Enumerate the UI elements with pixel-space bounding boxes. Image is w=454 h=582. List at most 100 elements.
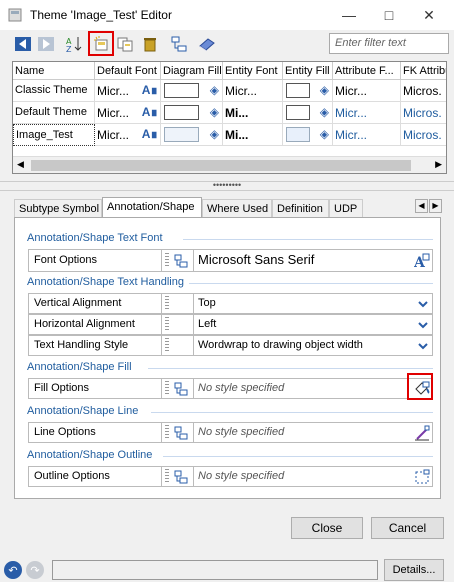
table-cell-diagram-fill[interactable]: ◈	[161, 80, 223, 102]
pane-splitter[interactable]: •••••••••	[0, 181, 454, 191]
fill-picker-icon[interactable]: ◈	[210, 127, 219, 141]
fill-picker-icon[interactable]: ◈	[210, 83, 219, 97]
text-handling-style-dropdown-icon[interactable]	[414, 337, 432, 354]
copy-theme-icon[interactable]	[115, 33, 137, 55]
book-icon[interactable]	[196, 33, 218, 55]
filter-input[interactable]: Enter filter text	[329, 33, 449, 54]
fill-swatch	[286, 105, 310, 120]
fill-swatch	[286, 83, 310, 98]
tab-scroll-right-icon[interactable]: ▶	[429, 199, 442, 213]
font-options-value[interactable]: Microsoft Sans Serif	[193, 250, 413, 271]
table-cell-attribute-font[interactable]: Micr...	[333, 124, 401, 146]
column-header-default-font[interactable]: Default Font	[95, 62, 161, 80]
table-cell-entity-font[interactable]: Mi...	[223, 124, 283, 146]
table-cell-fk-attribute[interactable]: Micros.	[401, 102, 446, 124]
vertical-alignment-value[interactable]: Top	[193, 294, 411, 313]
text-handling-style-value[interactable]: Wordwrap to drawing object width	[193, 336, 411, 355]
hierarchy-icon[interactable]	[168, 33, 190, 55]
tab-subtype-symbol[interactable]: Subtype Symbol	[14, 199, 102, 218]
table-cell-attribute-font[interactable]: Micr...	[333, 80, 401, 102]
section-divider	[151, 412, 433, 413]
horizontal-scrollbar[interactable]: ◀ ▶	[13, 156, 446, 173]
table-cell-entity-font[interactable]: Mi...	[223, 102, 283, 124]
section-divider	[183, 239, 433, 240]
font-picker-icon[interactable]: A	[413, 252, 431, 269]
scroll-right-icon[interactable]: ▶	[435, 159, 442, 170]
line-options-label: Line Options	[29, 423, 162, 442]
table-cell-default-font[interactable]: Micr... A∎	[95, 102, 161, 124]
column-header-entity-fill[interactable]: Entity Fill	[283, 62, 333, 80]
column-header-attribute-font[interactable]: Attribute F...	[333, 62, 401, 80]
horizontal-alignment-dropdown-icon[interactable]	[414, 316, 432, 333]
fill-picker-icon[interactable]: ◈	[320, 127, 329, 141]
theme-editor-icon	[8, 8, 22, 22]
line-options-value[interactable]: No style specified	[193, 423, 411, 442]
table-row-name[interactable]: Default Theme	[13, 102, 95, 124]
undo-icon[interactable]: ↶	[4, 561, 22, 579]
column-header-diagram-fill[interactable]: Diagram Fill	[161, 62, 223, 80]
tab-udp[interactable]: UDP	[329, 199, 363, 218]
fill-options-value[interactable]: No style specified	[193, 379, 411, 398]
outline-style-icon[interactable]	[413, 468, 431, 485]
table-cell-diagram-fill[interactable]: ◈	[161, 124, 223, 146]
delete-icon[interactable]	[139, 33, 161, 55]
line-pen-icon[interactable]	[413, 424, 431, 441]
table-cell-attribute-font[interactable]: Micr...	[333, 102, 401, 124]
table-cell-diagram-fill[interactable]: ◈	[161, 102, 223, 124]
fill-swatch	[164, 83, 199, 98]
scrollbar-thumb[interactable]	[31, 160, 411, 171]
column-header-fk-attribute[interactable]: FK Attribu	[401, 62, 446, 80]
vertical-alignment-dropdown-icon[interactable]	[414, 295, 432, 312]
scroll-left-icon[interactable]: ◀	[17, 159, 24, 170]
font-picker-icon[interactable]: A∎	[142, 105, 158, 119]
table-cell-fk-attribute[interactable]: Micros.	[401, 80, 446, 102]
theme-reference-icon[interactable]	[172, 380, 190, 397]
table-cell-default-font[interactable]: Micr... A∎	[95, 80, 161, 102]
tab-scroll-left-icon[interactable]: ◀	[415, 199, 428, 213]
font-picker-icon[interactable]: A∎	[142, 127, 158, 141]
section-title-fill: Annotation/Shape Fill	[27, 361, 132, 373]
table-cell-entity-fill[interactable]: ◈	[283, 80, 333, 102]
theme-reference-icon[interactable]	[172, 424, 190, 441]
back-icon[interactable]	[12, 33, 34, 55]
fill-picker-icon[interactable]: ◈	[320, 83, 329, 97]
column-header-name[interactable]: Name	[13, 62, 95, 80]
font-picker-icon[interactable]: A∎	[142, 83, 158, 97]
details-button[interactable]: Details...	[384, 559, 444, 581]
fill-button-highlight	[407, 373, 433, 400]
section-title-line: Annotation/Shape Line	[27, 405, 139, 417]
grip-handle	[165, 381, 169, 396]
column-header-entity-font[interactable]: Entity Font	[223, 62, 283, 80]
theme-reference-icon[interactable]	[172, 252, 190, 269]
minimize-button[interactable]: —	[334, 4, 364, 26]
table-cell-entity-font[interactable]: Micr...	[223, 80, 283, 102]
redo-icon[interactable]: ↷	[26, 561, 44, 579]
table-row-name-selected[interactable]: Image_Test	[13, 124, 95, 146]
forward-icon[interactable]	[35, 33, 57, 55]
tab-definition[interactable]: Definition	[272, 199, 329, 218]
window-title: Theme 'Image_Test' Editor	[30, 8, 172, 22]
fill-picker-icon[interactable]: ◈	[320, 105, 329, 119]
grip-handle	[165, 338, 169, 353]
tab-annotation-shape[interactable]: Annotation/Shape	[102, 197, 202, 218]
table-cell-entity-fill[interactable]: ◈	[283, 102, 333, 124]
table-row-name[interactable]: Classic Theme	[13, 80, 95, 102]
fill-picker-icon[interactable]: ◈	[210, 105, 219, 119]
grip-handle	[165, 253, 169, 268]
cancel-button[interactable]: Cancel	[371, 517, 444, 539]
outline-options-value[interactable]: No style specified	[193, 467, 411, 486]
editor-window: Theme 'Image_Test' Editor — □ ✕ AZ Enter…	[0, 0, 454, 582]
table-cell-entity-fill[interactable]: ◈	[283, 124, 333, 146]
title-bar: Theme 'Image_Test' Editor — □ ✕	[0, 0, 454, 30]
new-theme-highlight	[88, 31, 114, 56]
close-button[interactable]: Close	[291, 517, 363, 539]
table-cell-default-font[interactable]: Micr... A∎	[95, 124, 161, 146]
sort-icon[interactable]: AZ	[63, 33, 85, 55]
horizontal-alignment-value[interactable]: Left	[193, 315, 411, 334]
table-cell-fk-attribute[interactable]: Micros.	[401, 124, 446, 146]
theme-reference-icon[interactable]	[172, 468, 190, 485]
vertical-alignment-row: Vertical Alignment Top	[28, 293, 433, 314]
close-window-button[interactable]: ✕	[414, 4, 444, 26]
tab-where-used[interactable]: Where Used	[202, 199, 272, 218]
maximize-button[interactable]: □	[374, 4, 404, 26]
